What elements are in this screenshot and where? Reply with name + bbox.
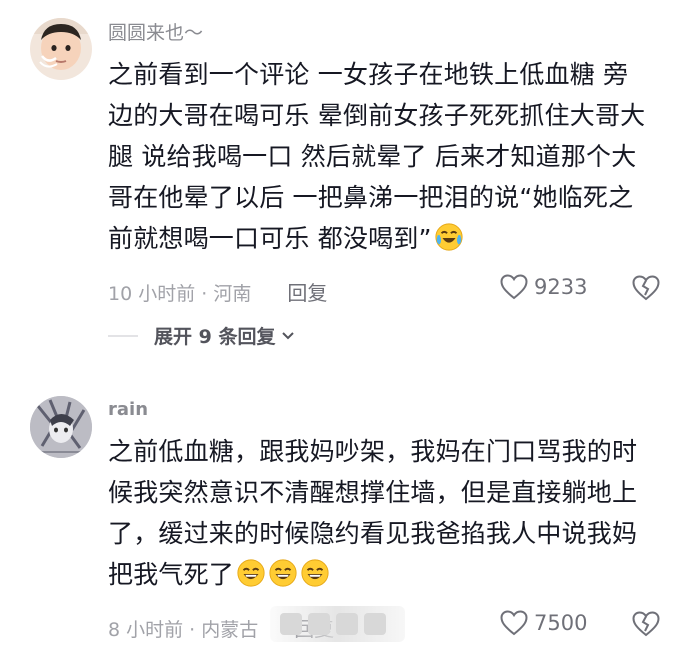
heart-icon bbox=[500, 274, 528, 300]
child-avatar-icon bbox=[30, 18, 92, 80]
expand-replies-button[interactable]: 展开 9 条回复 bbox=[108, 322, 295, 349]
heart-icon bbox=[500, 610, 528, 636]
comment-text: 之前低血糖，跟我妈吵架，我妈在门口骂我的时 候我突然意识不清醒想撑住墙，但是直接… bbox=[108, 431, 668, 595]
crying-laughing-emoji-icon bbox=[435, 223, 463, 251]
comment-line-text: 前就想喝一口可乐 都没喝到” bbox=[108, 224, 432, 253]
grinning-emoji-icon bbox=[237, 559, 265, 587]
comment-line-text: 把我气死了 bbox=[108, 560, 235, 589]
broken-heart-icon bbox=[632, 275, 660, 301]
broken-heart-icon bbox=[632, 611, 660, 637]
watermark-block bbox=[308, 613, 330, 635]
comment-line: 之前低血糖，跟我妈吵架，我妈在门口骂我的时 bbox=[108, 437, 638, 466]
reply-button[interactable]: 回复 bbox=[287, 281, 327, 305]
dislike-button[interactable] bbox=[632, 275, 660, 305]
like-count: 9233 bbox=[534, 275, 588, 299]
username[interactable]: 圆圆来也～ bbox=[108, 18, 203, 45]
watermark-block bbox=[336, 613, 358, 635]
avatar[interactable] bbox=[30, 396, 92, 458]
comment-line: 前就想喝一口可乐 都没喝到” bbox=[108, 218, 668, 259]
avatar[interactable] bbox=[30, 18, 92, 80]
comment-line: 候我突然意识不清醒想撑住墙，但是直接躺地上 bbox=[108, 478, 638, 507]
like-button[interactable]: 7500 bbox=[500, 610, 587, 636]
expand-replies-label: 展开 9 条回复 bbox=[154, 326, 276, 348]
comment-line: 之前看到一个评论 一女孩子在地铁上低血糖 旁 bbox=[108, 60, 629, 89]
username[interactable]: rain bbox=[108, 399, 148, 420]
watermark bbox=[270, 606, 405, 642]
like-count: 7500 bbox=[534, 611, 588, 635]
grinning-emoji-icon bbox=[269, 559, 297, 587]
divider bbox=[108, 334, 138, 337]
watermark-block bbox=[364, 613, 386, 635]
comment-text: 之前看到一个评论 一女孩子在地铁上低血糖 旁 边的大哥在喝可乐 晕倒前女孩子死死… bbox=[108, 54, 668, 259]
comment-line: 把我气死了 bbox=[108, 554, 668, 595]
watermark-logo-icon bbox=[280, 613, 302, 635]
timestamp-location: 10 小时前 · 河南 bbox=[108, 283, 252, 305]
like-button[interactable]: 9233 bbox=[500, 274, 587, 300]
comment-meta: 10 小时前 · 河南 回复 bbox=[108, 277, 327, 306]
dislike-button[interactable] bbox=[632, 611, 660, 641]
comment-line: 边的大哥在喝可乐 晕倒前女孩子死死抓住大哥大 bbox=[108, 101, 646, 130]
comment-line: 了，缓过来的时候隐约看见我爸掐我人中说我妈 bbox=[108, 519, 638, 548]
anime-avatar-icon bbox=[30, 396, 92, 458]
comment-line: 哥在他晕了以后 一把鼻涕一把泪的说“她临死之 bbox=[108, 183, 634, 212]
grinning-emoji-icon bbox=[301, 559, 329, 587]
comment-line: 腿 说给我喝一口 然后就晕了 后来才知道那个大 bbox=[108, 142, 637, 171]
chevron-down-icon bbox=[282, 331, 295, 339]
timestamp-location: 8 小时前 · 内蒙古 bbox=[108, 619, 259, 641]
